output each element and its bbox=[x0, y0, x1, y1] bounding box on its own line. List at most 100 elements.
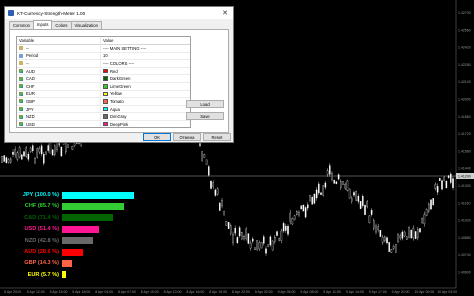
color-icon bbox=[19, 69, 23, 74]
table-row[interactable]: USD DeepPink bbox=[17, 120, 190, 127]
meter-bar bbox=[62, 259, 73, 267]
reset-button[interactable]: Reset bbox=[203, 133, 231, 141]
text-icon bbox=[19, 61, 23, 66]
time-axis-label: 8 Apr 10:00 bbox=[141, 290, 159, 294]
row-variable-cell: USD bbox=[17, 120, 101, 127]
row-variable-label: -- bbox=[26, 60, 29, 66]
ok-button[interactable]: OK bbox=[143, 133, 171, 141]
indicator-properties-dialog: KT-Currency-Strength-Meter 1.00 ✕ Common… bbox=[4, 6, 234, 143]
table-row[interactable]: CAD DarkGreen bbox=[17, 75, 190, 83]
table-row[interactable]: EUR Yellow bbox=[17, 90, 190, 99]
meter-row: GBP (14.3 %) bbox=[0, 258, 73, 268]
current-price-label: 1.41200 bbox=[458, 175, 471, 179]
row-variable-cell: NZD bbox=[17, 113, 101, 120]
table-row[interactable]: CHF LimeGreen bbox=[17, 82, 190, 91]
table-row[interactable]: NZD DimGray bbox=[17, 113, 190, 121]
inputs-panel: Variable Value -- ---- MAIN SETTING ---- P… bbox=[9, 29, 229, 133]
row-value-cell[interactable]: Red bbox=[101, 68, 190, 75]
time-axis-label: 5 Apr 15:00 bbox=[50, 290, 68, 294]
row-value-text: ---- MAIN SETTING ---- bbox=[103, 45, 147, 51]
row-value-cell[interactable]: DimGray bbox=[101, 113, 190, 120]
row-variable-label: CHF bbox=[26, 83, 35, 89]
meter-bar bbox=[62, 248, 83, 256]
time-axis-label: 9 Apr 14:00 bbox=[346, 290, 364, 294]
header-value: Value bbox=[103, 38, 114, 43]
app-icon bbox=[8, 10, 14, 16]
color-swatch bbox=[103, 106, 108, 112]
color-icon bbox=[19, 107, 23, 112]
row-variable-cell: CHF bbox=[17, 82, 101, 90]
meter-label: EUR (5.7 %) bbox=[27, 271, 59, 278]
row-value-cell[interactable]: Tomato bbox=[101, 98, 190, 105]
price-axis-label: 1.40600 bbox=[458, 271, 471, 275]
header-variable: Variable bbox=[17, 37, 101, 44]
row-value-cell[interactable]: DeepPink bbox=[101, 121, 190, 127]
row-value-cell[interactable]: Yellow bbox=[101, 91, 190, 98]
price-axis-label: 1.41300 bbox=[458, 184, 471, 188]
save-button[interactable]: Save bbox=[186, 112, 224, 120]
meter-bar bbox=[62, 225, 99, 233]
mt-chart-window[interactable]: 1.42700 1.42560 1.42420 1.42280 1.42140 1.420… bbox=[0, 0, 474, 296]
row-variable-cell: GBP bbox=[17, 98, 101, 105]
row-value-cell[interactable]: 10 bbox=[101, 53, 190, 60]
row-variable-label: NZD bbox=[26, 114, 35, 120]
tab-colors[interactable]: Colors bbox=[51, 21, 72, 29]
row-value-cell[interactable]: DarkGreen bbox=[101, 75, 190, 82]
row-variable-cell: EUR bbox=[17, 90, 101, 98]
cancel-button[interactable]: Отмена bbox=[173, 133, 201, 141]
row-value-text: ---- COLORS ---- bbox=[103, 60, 135, 66]
table-row[interactable]: GBP Tomato bbox=[17, 98, 190, 106]
dialog-titlebar[interactable]: KT-Currency-Strength-Meter 1.00 ✕ bbox=[5, 7, 233, 19]
time-axis-label: 5 Apr 12:00 bbox=[27, 290, 45, 294]
table-row[interactable]: JPY Aqua bbox=[17, 105, 190, 114]
price-axis-label: 1.42420 bbox=[458, 46, 471, 50]
price-axis-label: 1.41720 bbox=[458, 132, 471, 136]
row-value-text: Yellow bbox=[110, 91, 122, 97]
row-value-cell[interactable]: ---- MAIN SETTING ---- bbox=[101, 45, 190, 52]
row-value-text: Red bbox=[110, 68, 118, 74]
row-variable-label: USD bbox=[26, 121, 35, 127]
tab-common[interactable]: Common bbox=[9, 21, 34, 29]
meter-label: GBP (14.3 %) bbox=[24, 260, 59, 267]
meter-bar bbox=[62, 191, 134, 199]
close-icon[interactable]: ✕ bbox=[217, 7, 233, 19]
price-axis-label: 1.41160 bbox=[458, 201, 470, 205]
dialog-title: KT-Currency-Strength-Meter 1.00 bbox=[17, 10, 86, 16]
meter-bar bbox=[62, 237, 93, 245]
row-variable-cell: JPY bbox=[17, 105, 101, 113]
row-value-text: DimGray bbox=[110, 114, 127, 120]
price-axis-label: 1.42700 bbox=[458, 11, 471, 15]
row-value-cell[interactable]: Aqua bbox=[101, 106, 190, 113]
row-value-cell[interactable]: LimeGreen bbox=[101, 83, 190, 90]
color-icon bbox=[19, 76, 23, 81]
color-swatch bbox=[103, 99, 108, 104]
color-icon bbox=[19, 99, 23, 104]
load-button[interactable]: Load bbox=[186, 100, 224, 108]
tab-inputs[interactable]: Inputs bbox=[33, 20, 53, 29]
table-row[interactable]: -- ---- MAIN SETTING ---- bbox=[17, 45, 190, 53]
table-row[interactable]: Period 10 bbox=[17, 52, 190, 61]
price-axis-label: 1.42140 bbox=[458, 80, 471, 84]
time-axis-label: 8 Apr 04:00 bbox=[95, 290, 113, 294]
meter-row: NZD (42.8 %) bbox=[0, 236, 93, 246]
price-axis-label: 1.40880 bbox=[458, 236, 471, 240]
color-icon bbox=[19, 84, 23, 89]
color-swatch bbox=[103, 114, 108, 119]
text-icon bbox=[19, 46, 23, 51]
row-variable-cell: CAD bbox=[17, 75, 101, 82]
time-axis-label: 9 Apr 08:00 bbox=[300, 290, 318, 294]
meter-row: CHF (85.7 %) bbox=[0, 201, 124, 211]
table-row[interactable]: AUD Red bbox=[17, 67, 190, 76]
price-axis-label: 1.42280 bbox=[458, 63, 471, 67]
tab-bar: Common Inputs Colors Visualization bbox=[9, 20, 102, 29]
row-value-cell[interactable]: ---- COLORS ---- bbox=[101, 60, 190, 67]
tab-visualization[interactable]: Visualization bbox=[70, 21, 102, 29]
row-value-text: Aqua bbox=[110, 106, 120, 112]
row-variable-label: GBP bbox=[26, 98, 35, 104]
table-row[interactable]: -- ---- COLORS ---- bbox=[17, 60, 190, 68]
meter-row: JPY (100.0 %) bbox=[0, 190, 134, 200]
row-variable-cell: Period bbox=[17, 52, 101, 60]
row-variable-label: JPY bbox=[26, 106, 34, 112]
row-variable-cell: -- bbox=[17, 60, 101, 67]
number-icon bbox=[19, 53, 23, 58]
